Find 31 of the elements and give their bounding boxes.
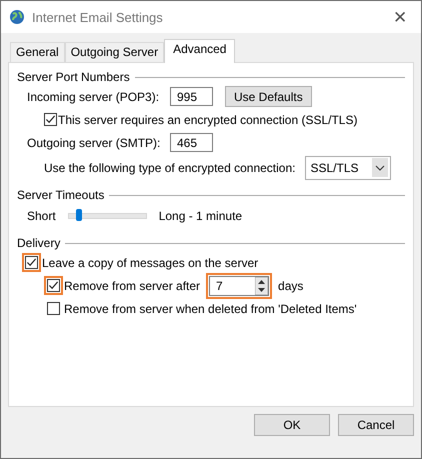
checkbox-label: Remove from server when deleted from 'Deleted Items' bbox=[64, 302, 357, 316]
tab[interactable]: Advanced bbox=[164, 39, 236, 63]
checkbox[interactable] bbox=[25, 256, 38, 269]
tab[interactable]: General bbox=[10, 42, 65, 62]
input-field[interactable]: 465 bbox=[170, 133, 213, 152]
window-title: Internet Email Settings bbox=[32, 10, 164, 24]
cancel-button[interactable]: Cancel bbox=[338, 414, 414, 436]
slider-reading: Long - 1 minute bbox=[158, 209, 242, 223]
checkbox-label: Leave a copy of messages on the server bbox=[42, 256, 258, 270]
use-defaults-button[interactable]: Use Defaults bbox=[225, 86, 312, 107]
field-label: Incoming server (POP3): bbox=[27, 90, 160, 104]
checkbox[interactable] bbox=[47, 279, 60, 292]
slider-label: Short bbox=[27, 209, 56, 223]
tab[interactable]: Outgoing Server bbox=[64, 42, 164, 62]
field-label: Outgoing server (SMTP): bbox=[27, 136, 162, 150]
checkbox-label: This server requires an encrypted connection (SSL/TLS) bbox=[58, 112, 358, 126]
section-title: Server Timeouts bbox=[17, 188, 104, 202]
checkbox[interactable] bbox=[44, 113, 57, 126]
section-title: Delivery bbox=[17, 236, 60, 250]
globe-icon bbox=[9, 9, 25, 25]
unit-label: days bbox=[278, 278, 304, 292]
field-label: Use the following type of encrypted connection: bbox=[44, 160, 296, 174]
checkbox-label: Remove from server after bbox=[64, 278, 200, 292]
close-icon[interactable]: ✕ bbox=[387, 6, 413, 28]
input-field[interactable]: 995 bbox=[170, 87, 213, 106]
checkbox[interactable] bbox=[47, 302, 60, 315]
ok-button[interactable]: OK bbox=[254, 414, 330, 436]
spinner-arrows-icon[interactable] bbox=[255, 276, 268, 294]
dropdown[interactable]: SSL/TLS bbox=[305, 156, 392, 180]
section-title: Server Port Numbers bbox=[17, 70, 130, 84]
caret-icon bbox=[372, 158, 388, 177]
